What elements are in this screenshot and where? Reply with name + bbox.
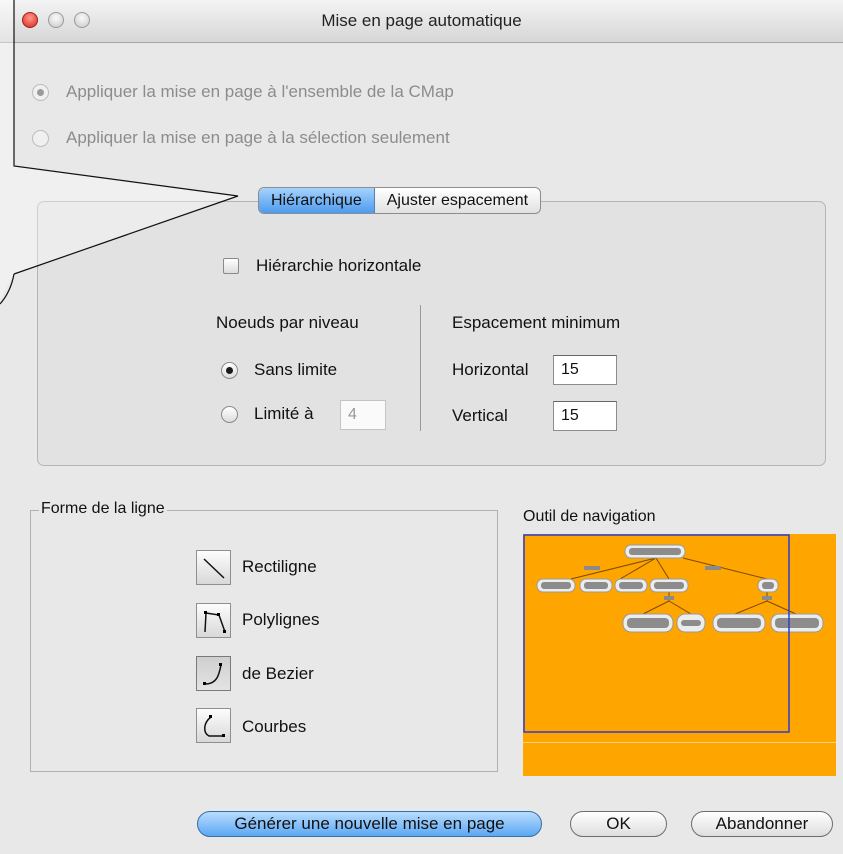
radio-apply-all[interactable] [32, 84, 49, 101]
radio-apply-selection[interactable] [32, 130, 49, 147]
radio-limited-label: Limité à [254, 404, 314, 423]
radio-limited[interactable] [221, 406, 238, 423]
vertical-spacing-input[interactable]: 15 [553, 401, 617, 431]
straight-line-label: Rectiligne [242, 557, 317, 576]
column-divider [420, 305, 421, 431]
curves-button[interactable] [196, 708, 231, 743]
spacing-title: Espacement minimum [452, 313, 621, 332]
tab-bar: Hiérarchique Ajuster espacement [258, 187, 542, 214]
polyline-label: Polylignes [242, 610, 320, 629]
straight-line-button[interactable] [196, 550, 231, 585]
bezier-button[interactable] [196, 656, 231, 691]
straight-line-icon [203, 558, 225, 579]
navigation-viewport[interactable] [523, 534, 790, 733]
tab-ajuster-espacement[interactable]: Ajuster espacement [375, 188, 540, 213]
horizontal-spacing-label: Horizontal [452, 360, 529, 379]
horizontal-spacing-input[interactable]: 15 [553, 355, 617, 385]
navigation-preview[interactable] [523, 534, 836, 776]
dialog-window: Mise en page automatique Appliquer la mi… [0, 0, 843, 854]
cancel-button[interactable]: Abandonner [691, 811, 833, 837]
limited-to-input[interactable]: 4 [340, 400, 386, 430]
nodes-per-level-title: Noeuds par niveau [216, 313, 359, 332]
radio-unlimited[interactable] [221, 362, 238, 379]
navigation-title: Outil de navigation [523, 508, 656, 525]
curves-label: Courbes [242, 717, 307, 736]
polyline-icon [204, 611, 226, 633]
generate-layout-button[interactable]: Générer une nouvelle mise en page [197, 811, 542, 837]
tab-panel [37, 201, 826, 466]
polyline-button[interactable] [196, 603, 231, 638]
window-title: Mise en page automatique [321, 11, 522, 30]
concept-map-thumbnail [523, 534, 836, 743]
bezier-label: de Bezier [242, 664, 314, 683]
radio-unlimited-label: Sans limite [254, 360, 338, 379]
tab-hierarchique[interactable]: Hiérarchique [259, 188, 375, 213]
horizontal-hierarchy-checkbox[interactable] [223, 258, 239, 274]
line-shape-title: Forme de la ligne [39, 500, 167, 518]
radio-apply-all-label: Appliquer la mise en page à l'ensemble d… [66, 82, 454, 101]
horizontal-hierarchy-label: Hiérarchie horizontale [256, 256, 422, 275]
radio-apply-selection-label: Appliquer la mise en page à la sélection… [66, 128, 450, 147]
vertical-spacing-label: Vertical [452, 406, 508, 425]
title-bar[interactable]: Mise en page automatique [0, 0, 843, 43]
bezier-curve-icon [203, 663, 222, 685]
curves-icon [204, 715, 225, 737]
ok-button[interactable]: OK [570, 811, 667, 837]
